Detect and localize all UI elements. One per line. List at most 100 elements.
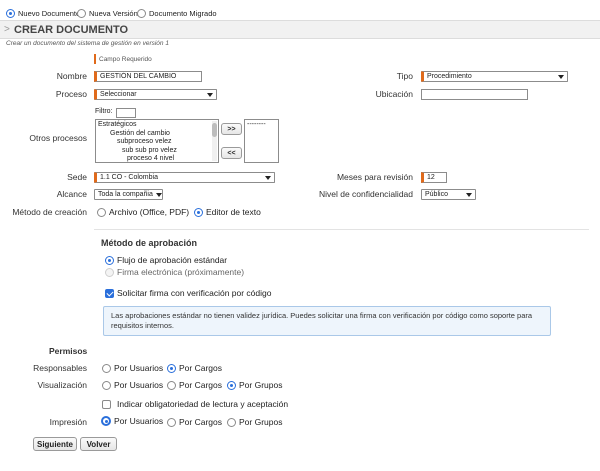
approval-electronic: Firma electrónica (próximamente) xyxy=(105,267,244,277)
impresion-cargos[interactable]: Por Cargos xyxy=(167,417,222,427)
sede-label: Sede xyxy=(67,172,87,182)
approval-standard[interactable]: Flujo de aprobación estándar xyxy=(105,255,227,265)
radio-icon[interactable] xyxy=(101,416,111,426)
responsables-cargos[interactable]: Por Cargos xyxy=(167,363,222,373)
volver-button[interactable]: Volver xyxy=(80,437,117,451)
visualizacion-usuarios[interactable]: Por Usuarios xyxy=(102,380,163,390)
impresion-usuarios[interactable]: Por Usuarios xyxy=(101,416,163,426)
selected-process-list[interactable]: -------- xyxy=(244,119,279,163)
otros-procesos-label: Otros procesos xyxy=(29,133,87,143)
impresion-cargos-label: Por Cargos xyxy=(179,417,222,427)
radio-icon xyxy=(105,267,114,277)
checkbox-icon[interactable] xyxy=(102,399,111,409)
list-item[interactable]: Gestión del cambio xyxy=(98,130,216,139)
chevron-down-icon xyxy=(558,74,564,79)
radio-icon[interactable] xyxy=(227,380,236,390)
list-scrollbar[interactable] xyxy=(212,121,217,161)
remove-process-button[interactable]: << xyxy=(221,147,242,159)
visualizacion-cargos-label: Por Cargos xyxy=(179,380,222,390)
list-item[interactable]: subproceso velez xyxy=(98,138,216,147)
obligatoriedad-checkbox[interactable]: Indicar obligatoriedad de lectura y acep… xyxy=(102,399,288,409)
doc-type-migrado[interactable]: Documento Migrado xyxy=(137,9,217,18)
radio-icon[interactable] xyxy=(77,9,86,18)
responsables-label: Responsables xyxy=(33,363,87,373)
metodo-editor[interactable]: Editor de texto xyxy=(194,207,261,217)
radio-icon[interactable] xyxy=(97,207,106,217)
chevron-right-icon: > xyxy=(4,24,10,35)
nivel-select-value: Público xyxy=(425,191,448,198)
doc-type-nuevo[interactable]: Nuevo Documento xyxy=(6,9,80,18)
proceso-select-value: Seleccionar xyxy=(100,91,137,98)
filtro-label: Filtro: xyxy=(95,108,113,115)
visualizacion-grupos[interactable]: Por Grupos xyxy=(227,380,282,390)
nombre-label: Nombre xyxy=(56,71,87,81)
metodo-archivo-label: Archivo (Office, PDF) xyxy=(109,207,190,217)
proceso-label: Proceso xyxy=(55,89,87,99)
responsables-usuarios[interactable]: Por Usuarios xyxy=(102,363,163,373)
list-item[interactable]: sub sub pro velez xyxy=(98,147,216,156)
list-item[interactable]: -------- xyxy=(247,121,276,130)
alcance-select-value: Toda la compañia xyxy=(98,191,153,198)
page-title: CREAR DOCUMENTO xyxy=(14,24,129,36)
radio-icon[interactable] xyxy=(102,363,111,373)
visualizacion-usuarios-label: Por Usuarios xyxy=(114,380,164,390)
ubicacion-label: Ubicación xyxy=(375,89,413,99)
add-process-button[interactable]: >> xyxy=(221,123,242,135)
radio-icon[interactable] xyxy=(167,417,176,427)
sede-select-value: 1.1 CO - Colombia xyxy=(100,174,158,181)
meses-input[interactable]: 12 xyxy=(421,172,447,183)
process-list[interactable]: Estratégicos Gestión del cambio subproce… xyxy=(95,119,219,163)
doc-type-migrado-label: Documento Migrado xyxy=(149,9,217,18)
chevron-down-icon xyxy=(207,92,213,97)
chevron-down-icon xyxy=(155,192,162,197)
responsables-cargos-label: Por Cargos xyxy=(179,363,222,373)
metodo-editor-label: Editor de texto xyxy=(206,207,261,217)
checkbox-icon[interactable] xyxy=(105,288,114,298)
alcance-label: Alcance xyxy=(56,189,87,199)
visualizacion-cargos[interactable]: Por Cargos xyxy=(167,380,222,390)
tipo-label: Tipo xyxy=(396,71,413,81)
approval-code-checkbox[interactable]: Solicitar firma con verificación por cód… xyxy=(105,288,271,298)
metodo-archivo[interactable]: Archivo (Office, PDF) xyxy=(97,207,189,217)
required-note: Campo Requerido xyxy=(94,54,152,64)
radio-icon[interactable] xyxy=(227,417,236,427)
radio-icon[interactable] xyxy=(102,380,111,390)
siguiente-button[interactable]: Siguiente xyxy=(33,437,77,451)
alcance-select[interactable]: Toda la compañia xyxy=(94,189,163,200)
chevron-down-icon xyxy=(265,175,271,180)
impresion-grupos[interactable]: Por Grupos xyxy=(227,417,282,427)
permissions-title: Permisos xyxy=(49,346,88,356)
visualizacion-label: Visualización xyxy=(37,380,87,390)
impresion-usuarios-label: Por Usuarios xyxy=(114,416,164,426)
radio-icon[interactable] xyxy=(137,9,146,18)
impresion-label: Impresión xyxy=(49,417,87,427)
ubicacion-input[interactable] xyxy=(421,89,528,100)
radio-icon[interactable] xyxy=(194,207,203,217)
metodo-creacion-label: Método de creación xyxy=(12,207,87,217)
filtro-input[interactable] xyxy=(116,108,136,118)
approval-electronic-label: Firma electrónica (próximamente) xyxy=(117,267,245,277)
sede-select[interactable]: 1.1 CO - Colombia xyxy=(94,172,275,183)
doc-type-version-label: Nueva Versión xyxy=(89,9,138,18)
page-header: > CREAR DOCUMENTO xyxy=(0,20,600,39)
radio-icon[interactable] xyxy=(6,9,15,18)
nivel-select[interactable]: Público xyxy=(421,189,476,200)
responsables-usuarios-label: Por Usuarios xyxy=(114,363,164,373)
info-text: Las aprobaciones estándar no tienen vali… xyxy=(111,311,533,330)
nombre-input[interactable]: GESTIÓN DEL CAMBIO xyxy=(94,71,202,82)
list-item[interactable]: Estratégicos xyxy=(98,121,216,130)
impresion-grupos-label: Por Grupos xyxy=(239,417,283,427)
list-item[interactable]: proceso 4 nivel xyxy=(98,155,216,162)
page-subtitle: Crear un documento del sistema de gestió… xyxy=(6,40,169,47)
radio-icon[interactable] xyxy=(167,363,176,373)
approval-standard-label: Flujo de aprobación estándar xyxy=(117,255,228,265)
obligatoriedad-label: Indicar obligatoriedad de lectura y acep… xyxy=(117,399,289,409)
radio-icon[interactable] xyxy=(105,255,114,265)
tipo-select[interactable]: Procedimiento xyxy=(421,71,568,82)
chevron-down-icon xyxy=(466,192,472,197)
required-note-label: Campo Requerido xyxy=(99,55,152,63)
proceso-select[interactable]: Seleccionar xyxy=(94,89,217,100)
radio-icon[interactable] xyxy=(167,380,176,390)
meses-label: Meses para revisión xyxy=(336,172,413,182)
doc-type-version[interactable]: Nueva Versión xyxy=(77,9,138,18)
